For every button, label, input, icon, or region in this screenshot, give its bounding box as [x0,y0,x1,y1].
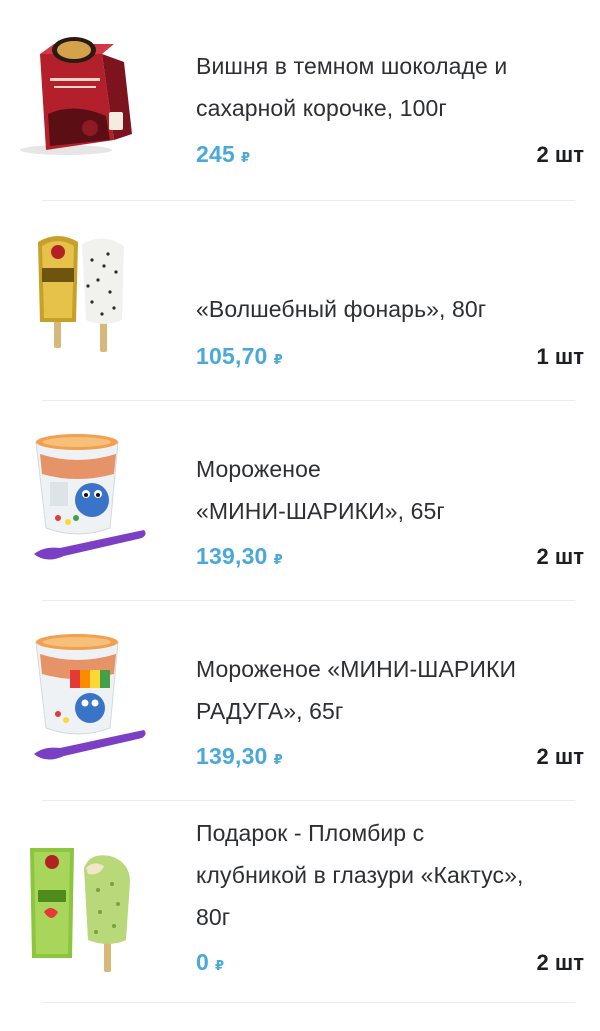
divider [42,1002,575,1003]
item-price: 139,30 ₽ [196,743,283,769]
item-quantity: 2 шт [536,744,584,769]
item-price: 105,70 ₽ [196,343,283,369]
item-price: 245 ₽ [196,141,251,167]
item-quantity: 2 шт [536,950,584,975]
list-item[interactable]: Мороженое «МИНИ-ШАРИКИ», 65г 139,30 ₽ 2 ш… [0,400,600,600]
popsicle-pair-icon [14,224,164,364]
item-price: 0 ₽ [196,949,225,975]
ice-cream-cup-icon [14,424,164,574]
item-name: Мороженое «МИНИ-ШАРИКИ РАДУГА», 65г [196,656,517,724]
item-name: Подарок - Пломбир с клубникой в глазури … [196,820,524,930]
list-item[interactable]: Вишня в темном шоколаде и сахарной короч… [0,0,600,200]
cherry-chocolate-box-icon [14,22,164,162]
ruble-icon: ₽ [240,150,251,165]
item-name: «Волшебный фонарь», 80г [196,296,487,322]
list-item[interactable]: Подарок - Пломбир с клубникой в глазури … [0,800,600,1031]
ruble-icon: ₽ [273,552,283,567]
item-quantity: 2 шт [536,544,584,569]
list-item[interactable]: Мороженое «МИНИ-ШАРИКИ РАДУГА», 65г 139,… [0,600,600,800]
ruble-icon: ₽ [215,958,225,973]
item-name: Мороженое «МИНИ-ШАРИКИ», 65г [196,456,445,524]
cactus-popsicle-icon [14,840,164,980]
ruble-icon: ₽ [273,352,283,367]
ice-cream-cup-rainbow-icon [14,624,164,774]
item-quantity: 2 шт [536,142,584,167]
ruble-icon: ₽ [273,752,283,767]
item-quantity: 1 шт [536,344,584,369]
order-items-list: Вишня в темном шоколаде и сахарной короч… [0,0,600,1031]
item-price: 139,30 ₽ [196,543,283,569]
item-name: Вишня в темном шоколаде и сахарной короч… [196,53,508,121]
list-item[interactable]: «Волшебный фонарь», 80г 105,70 ₽ 1 шт [0,200,600,400]
